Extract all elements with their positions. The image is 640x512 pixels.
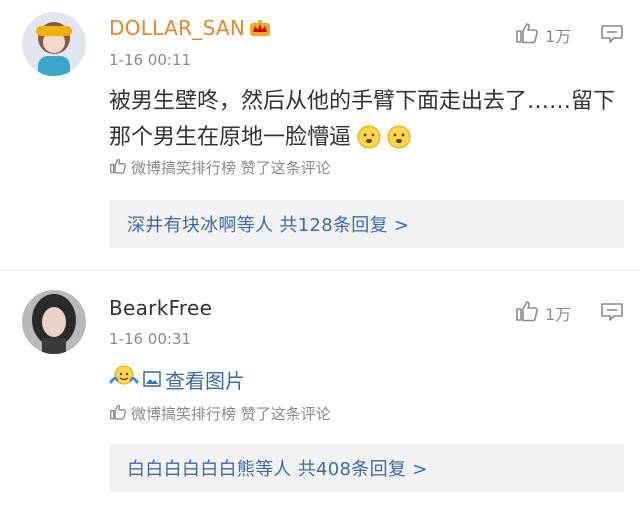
avatar[interactable] [22, 290, 86, 354]
comment-time: 1-16 00:11 [109, 51, 192, 69]
comment-icon[interactable] [600, 302, 624, 322]
face-emoji-icon [387, 125, 411, 149]
thumbs-up-icon [109, 404, 127, 424]
replies-summary[interactable]: 白白白白白白熊等人 共408条回复 > [109, 444, 624, 492]
liked-by-source[interactable]: 微博搞笑排行榜 赞了这条评论 [109, 157, 331, 178]
view-image-link[interactable]: 查看图片 [109, 364, 245, 395]
comment-item: DOLLAR_SAN 1-16 00:11 1万 被男生壁咚，然后从他的手臂下面… [0, 0, 640, 260]
thumbs-up-icon [515, 300, 539, 326]
comment-icon[interactable] [600, 24, 624, 44]
comment-text: 被男生壁咚，然后从他的手臂下面走出去了……留下那个男生在原地一脸懵逼 [109, 89, 616, 150]
thumbs-up-icon [109, 158, 127, 178]
like-button[interactable]: 1万 [515, 300, 571, 326]
face-emoji-icon [109, 364, 139, 395]
replies-summary[interactable]: 深井有块冰啊等人 共128条回复 > [109, 200, 624, 248]
replies-link[interactable]: 白白白白白白熊等人 共408条回复 > [127, 455, 428, 481]
image-icon [143, 368, 161, 392]
like-count: 1万 [545, 305, 572, 324]
avatar[interactable] [22, 12, 86, 76]
thumbs-up-icon [515, 22, 539, 48]
replies-link[interactable]: 深井有块冰啊等人 共128条回复 > [127, 211, 409, 237]
like-button[interactable]: 1万 [515, 22, 571, 48]
liked-by-source[interactable]: 微博搞笑排行榜 赞了这条评论 [109, 403, 331, 424]
username[interactable]: DOLLAR_SAN [109, 16, 271, 40]
like-count: 1万 [545, 27, 572, 46]
divider [0, 270, 640, 271]
crown-badge-icon [249, 18, 271, 38]
face-emoji-icon [357, 125, 381, 149]
comment-item: BearkFree 1-16 00:31 1万 查看图片 微博搞笑排行榜 赞了这… [0, 272, 640, 512]
comment-time: 1-16 00:31 [109, 330, 192, 348]
username[interactable]: BearkFree [109, 296, 212, 320]
